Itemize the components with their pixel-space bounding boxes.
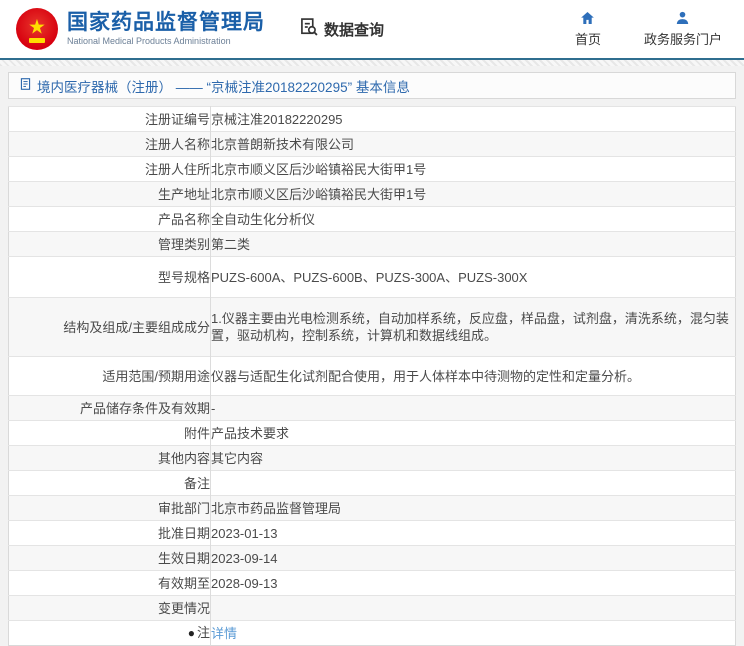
note-balloon-icon: ●: [187, 626, 195, 640]
row-label: 适用范围/预期用途: [8, 356, 211, 396]
row-value: -: [210, 395, 736, 421]
logo-text: 国家药品监督管理局 National Medical Products Admi…: [67, 11, 265, 47]
table-row: 结构及组成/主要组成成分 1.仪器主要由光电检测系统，自动加样系统，反应盘，样品盘…: [8, 297, 736, 357]
row-label: 批准日期: [8, 520, 211, 546]
row-value: 详情: [210, 620, 736, 646]
row-value: 2023-01-13: [210, 520, 736, 546]
row-label: 注册人住所: [8, 156, 211, 182]
row-label: 型号规格: [8, 256, 211, 298]
row-label: 注册人名称: [8, 131, 211, 157]
table-row: 适用范围/预期用途 仪器与适配生化试剂配合使用，用于人体样本中待测物的定性和定量分…: [8, 356, 736, 396]
table-row: 生产地址 北京市顺义区后沙峪镇裕民大街甲1号: [8, 181, 736, 207]
row-value: 其它内容: [210, 445, 736, 471]
nav-gov-portal-label: 政务服务门户: [643, 32, 722, 47]
home-icon: [579, 10, 596, 26]
row-value: 1.仪器主要由光电检测系统，自动加样系统，反应盘，样品盘，试剂盘，清洗系统，混匀…: [210, 297, 736, 357]
row-label: 生效日期: [8, 545, 211, 571]
star-icon: ★: [28, 16, 46, 39]
table-row: 有效期至 2028-09-13: [8, 570, 736, 596]
table-row: 变更情况: [8, 595, 736, 621]
table-row: 管理类别 第二类: [8, 231, 736, 257]
content-area: 境内医疗器械（注册） —— “京械注准20182220295” 基本信息 注册证…: [0, 66, 744, 646]
row-value: 2023-09-14: [210, 545, 736, 571]
breadcrumb-text: 境内医疗器械（注册） —— “京械注准20182220295” 基本信息: [37, 79, 410, 95]
row-value: 北京市顺义区后沙峪镇裕民大街甲1号: [210, 181, 736, 207]
table-row: 生效日期 2023-09-14: [8, 545, 736, 571]
table-row: 注册人名称 北京普朗新技术有限公司: [8, 131, 736, 157]
table-row: 产品名称 全自动生化分析仪: [8, 206, 736, 232]
row-label: 管理类别: [8, 231, 211, 257]
row-value: PUZS-600A、PUZS-600B、PUZS-300A、PUZS-300X: [210, 256, 736, 298]
data-query-link[interactable]: 数据查询: [299, 17, 384, 41]
china-national-emblem-icon: ★: [16, 8, 58, 50]
table-row: 附件 产品技术要求: [8, 420, 736, 446]
table-row: 其他内容 其它内容: [8, 445, 736, 471]
row-value: 第二类: [210, 231, 736, 257]
nav-home-label: 首页: [574, 32, 601, 47]
row-label: 备注: [8, 470, 211, 496]
document-icon: [19, 77, 32, 94]
info-table-body: 注册证编号 京械注准20182220295 注册人名称 北京普朗新技术有限公司 注册人住…: [8, 106, 736, 646]
row-label: 审批部门: [8, 495, 211, 521]
table-row: 产品储存条件及有效期 -: [8, 395, 736, 421]
row-value: 仪器与适配生化试剂配合使用，用于人体样本中待测物的定性和定量分析。: [210, 356, 736, 396]
row-label: 其他内容: [8, 445, 211, 471]
site-subtitle: National Medical Products Administration: [67, 36, 231, 47]
row-value: 北京市顺义区后沙峪镇裕民大街甲1号: [210, 156, 736, 182]
row-label: 有效期至: [8, 570, 211, 596]
table-row: 审批部门 北京市药品监督管理局: [8, 495, 736, 521]
row-label: 附件: [8, 420, 211, 446]
row-label: 产品储存条件及有效期: [8, 395, 211, 421]
table-row: 型号规格 PUZS-600A、PUZS-600B、PUZS-300A、PUZS-3…: [8, 256, 736, 298]
site-header: ★ 国家药品监督管理局 National Medical Products Ad…: [0, 0, 744, 60]
row-label: 变更情况: [8, 595, 211, 621]
row-value: 产品技术要求: [210, 420, 736, 446]
info-table: 注册证编号 京械注准20182220295 注册人名称 北京普朗新技术有限公司 注册人住…: [8, 106, 736, 646]
row-value: [210, 595, 736, 621]
row-label: 产品名称: [8, 206, 211, 232]
row-value: 北京普朗新技术有限公司: [210, 131, 736, 157]
row-value: [210, 470, 736, 496]
row-label: ● 注: [8, 620, 211, 646]
nav-item-home[interactable]: 首页: [566, 10, 610, 48]
nav-item-gov-portal[interactable]: 政务服务门户: [644, 10, 722, 48]
table-row: 注册人住所 北京市顺义区后沙峪镇裕民大街甲1号: [8, 156, 736, 182]
table-row: 注册证编号 京械注准20182220295: [8, 106, 736, 132]
site-title: 国家药品监督管理局: [67, 11, 265, 34]
row-value: 2028-09-13: [210, 570, 736, 596]
row-label: 结构及组成/主要组成成分: [8, 297, 211, 357]
top-nav: 首页 政务服务门户: [566, 10, 728, 48]
row-label: 生产地址: [8, 181, 211, 207]
breadcrumb: 境内医疗器械（注册） —— “京械注准20182220295” 基本信息: [8, 72, 736, 99]
row-label: 注册证编号: [8, 106, 211, 132]
person-icon: [674, 10, 691, 26]
data-query-label: 数据查询: [324, 21, 385, 39]
detail-link[interactable]: 详情: [211, 626, 237, 641]
row-value: 京械注准20182220295: [210, 106, 736, 132]
page: ★ 国家药品监督管理局 National Medical Products Ad…: [0, 0, 744, 646]
table-row: ● 注详情: [8, 620, 736, 646]
row-value: 全自动生化分析仪: [210, 206, 736, 232]
site-logo[interactable]: ★ 国家药品监督管理局 National Medical Products Ad…: [16, 8, 265, 50]
table-row: 批准日期 2023-01-13: [8, 520, 736, 546]
document-search-icon: [299, 17, 319, 41]
gate-icon: [29, 38, 45, 43]
row-value: 北京市药品监督管理局: [210, 495, 736, 521]
table-row: 备注: [8, 470, 736, 496]
info-table-wrap: 注册证编号 京械注准20182220295 注册人名称 北京普朗新技术有限公司 注册人住…: [8, 106, 736, 646]
